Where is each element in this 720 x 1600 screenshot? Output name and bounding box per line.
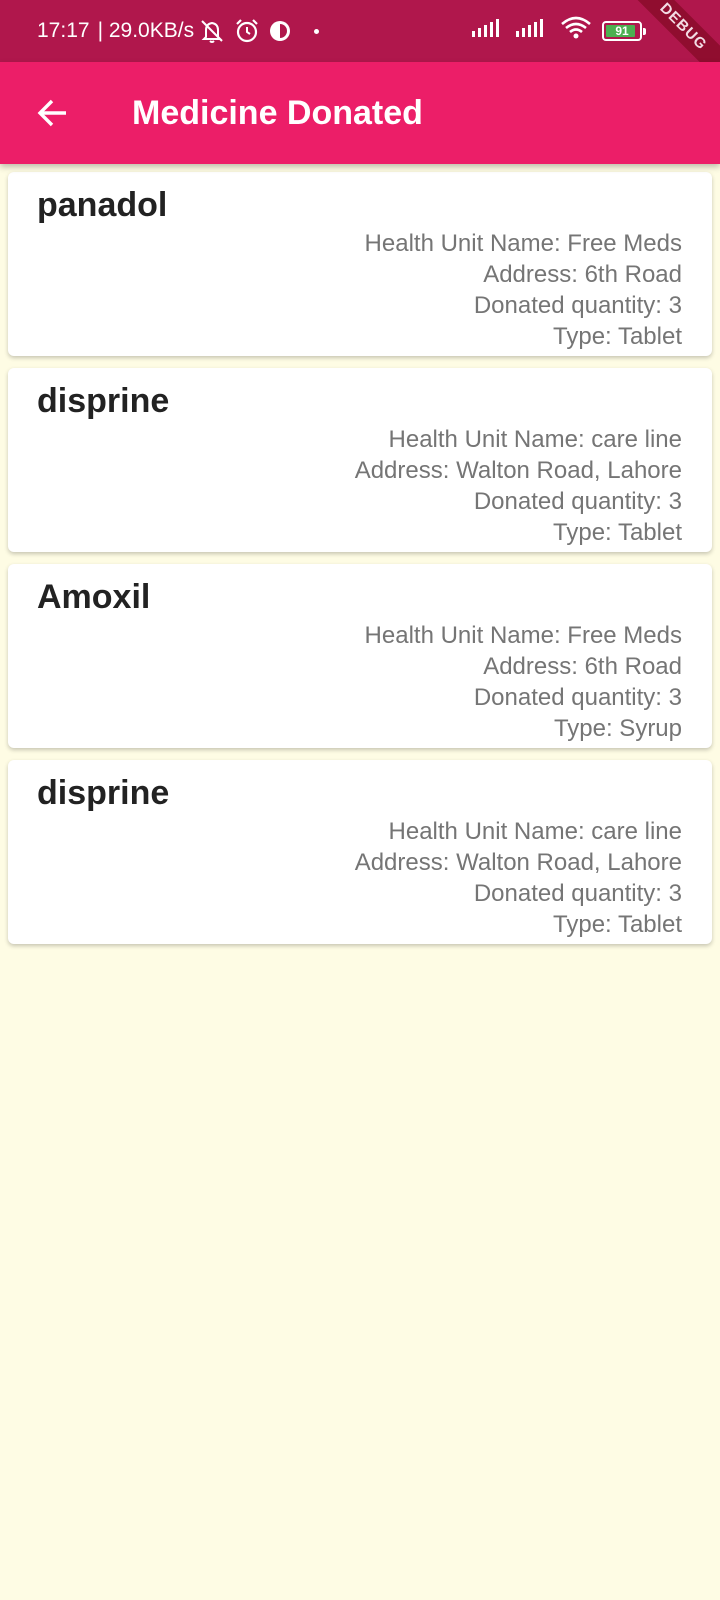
status-icons-left [198, 18, 320, 44]
network-speed: | 29.0KB/s [97, 19, 195, 42]
alarm-icon [234, 18, 260, 44]
health-unit-name: Health Unit Name: care line [388, 426, 682, 453]
address: Address: Walton Road, Lahore [354, 457, 682, 484]
app-bar: Medicine Donated [0, 62, 720, 164]
battery-icon: 91 [602, 21, 646, 41]
donated-quantity: Donated quantity: 3 [473, 880, 682, 907]
donation-details: Health Unit Name: Free Meds Address: 6th… [37, 620, 682, 744]
medicine-type: Type: Tablet [553, 323, 682, 350]
battery-level: 91 [615, 24, 629, 38]
medicine-name: disprine [37, 382, 170, 420]
donation-card[interactable]: disprine Health Unit Name: care line Add… [8, 760, 712, 944]
status-bar: 17:17 | 29.0KB/s 91 DEBUG [0, 0, 720, 90]
address: Address: Walton Road, Lahore [354, 849, 682, 876]
health-unit-name: Health Unit Name: Free Meds [364, 622, 682, 649]
medicine-name: panadol [37, 186, 168, 224]
status-left: 17:17 | 29.0KB/s [37, 19, 194, 43]
donated-quantity: Donated quantity: 3 [473, 488, 682, 515]
medicine-type: Type: Tablet [553, 519, 682, 546]
medicine-name: disprine [37, 774, 170, 812]
medicine-type: Type: Tablet [553, 911, 682, 938]
mute-notification-icon [198, 18, 226, 44]
donated-quantity: Donated quantity: 3 [473, 292, 682, 319]
status-time: 17:17 [37, 19, 90, 42]
donation-details: Health Unit Name: care line Address: Wal… [37, 816, 682, 940]
donation-details: Health Unit Name: care line Address: Wal… [37, 424, 682, 548]
address: Address: 6th Road [483, 261, 682, 288]
medicine-type: Type: Syrup [553, 715, 682, 742]
donation-details: Health Unit Name: Free Meds Address: 6th… [37, 228, 682, 352]
signal-icon [472, 17, 506, 45]
signal-icon-secondary [516, 17, 550, 45]
data-saver-icon [268, 19, 292, 43]
arrow-back-icon [37, 99, 66, 127]
page-title: Medicine Donated [132, 93, 423, 132]
donation-card[interactable]: Amoxil Health Unit Name: Free Meds Addre… [8, 564, 712, 748]
medicine-name: Amoxil [37, 578, 151, 616]
status-right: 91 [472, 0, 646, 62]
donated-quantity: Donated quantity: 3 [473, 684, 682, 711]
address: Address: 6th Road [483, 653, 682, 680]
back-button[interactable] [22, 83, 82, 143]
notification-dot-icon [314, 28, 320, 34]
health-unit-name: Health Unit Name: care line [388, 818, 682, 845]
donation-card[interactable]: disprine Health Unit Name: care line Add… [8, 368, 712, 552]
wifi-icon [560, 16, 592, 46]
screen: 17:17 | 29.0KB/s 91 DEBUG Medicine Donat… [0, 0, 720, 1600]
health-unit-name: Health Unit Name: Free Meds [364, 230, 682, 257]
donation-list: panadol Health Unit Name: Free Meds Addr… [8, 172, 712, 956]
donation-card[interactable]: panadol Health Unit Name: Free Meds Addr… [8, 172, 712, 356]
